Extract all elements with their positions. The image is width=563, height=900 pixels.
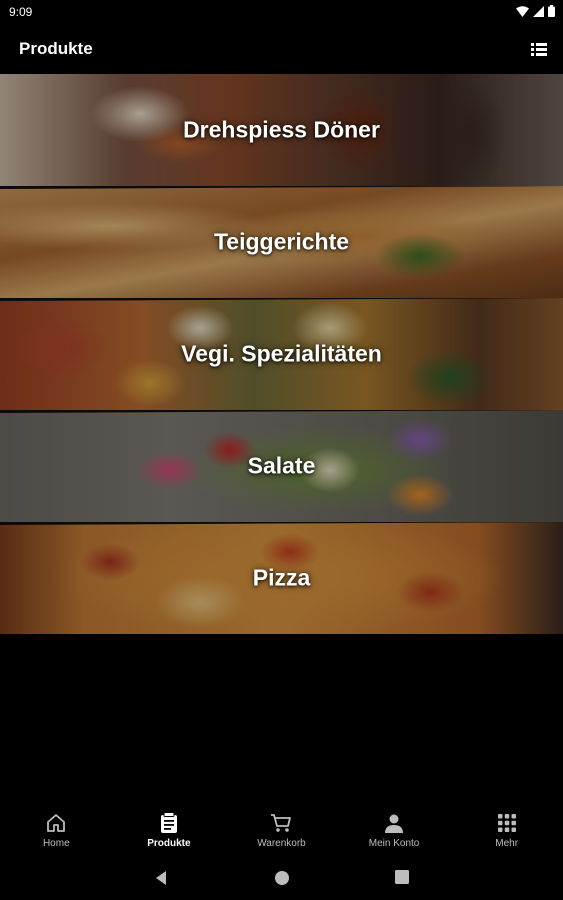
person-icon — [383, 812, 405, 834]
page-title: Produkte — [19, 39, 93, 58]
nav-label: Home — [42, 838, 70, 849]
nav-label: Mehr — [495, 838, 519, 849]
status-icons — [516, 5, 555, 17]
status-time: 9:09 — [9, 5, 33, 19]
menu-card-icon — [158, 812, 180, 834]
nav-item-home[interactable]: Home — [0, 806, 113, 858]
category-tile-vegi[interactable]: Vegi. Spezialitäten — [0, 298, 563, 410]
category-tile-salate[interactable]: Salate — [0, 410, 563, 522]
app-bar: Produkte — [0, 24, 563, 74]
system-navigation-bar — [0, 858, 563, 900]
home-button-icon[interactable] — [274, 870, 290, 886]
category-label: Teiggerichte — [213, 228, 350, 255]
category-label: Pizza — [252, 564, 311, 591]
wifi-icon — [516, 5, 529, 17]
nav-label: Produkte — [147, 838, 191, 849]
nav-item-mein-konto[interactable]: Mein Konto — [338, 806, 451, 858]
nav-label: Mein Konto — [368, 838, 420, 849]
category-list: Drehspiess Döner Teiggerichte Vegi. Spez… — [0, 74, 563, 634]
cart-icon — [270, 812, 292, 834]
category-tile-doner[interactable]: Drehspiess Döner — [0, 74, 563, 186]
back-icon[interactable] — [154, 870, 168, 886]
home-icon — [45, 812, 67, 834]
signal-icon — [533, 5, 544, 17]
list-view-icon — [531, 43, 547, 56]
nav-label: Warenkorb — [257, 838, 306, 849]
category-tile-pizza[interactable]: Pizza — [0, 522, 563, 634]
list-view-button[interactable] — [529, 40, 549, 58]
nav-item-warenkorb[interactable]: Warenkorb — [225, 806, 338, 858]
category-label: Drehspiess Döner — [183, 116, 380, 143]
status-bar: 9:09 — [0, 0, 563, 24]
nav-item-produkte[interactable]: Produkte — [113, 806, 226, 858]
category-label: Salate — [247, 452, 316, 479]
recents-icon[interactable] — [395, 870, 409, 884]
battery-icon — [548, 5, 555, 17]
nav-item-mehr[interactable]: Mehr — [450, 806, 563, 858]
category-tile-teiggerichte[interactable]: Teiggerichte — [0, 186, 563, 298]
category-label: Vegi. Spezialitäten — [181, 340, 382, 367]
grid-icon — [496, 812, 518, 834]
bottom-navigation: Home Produkte Warenkorb Mein Konto Mehr — [0, 806, 563, 858]
